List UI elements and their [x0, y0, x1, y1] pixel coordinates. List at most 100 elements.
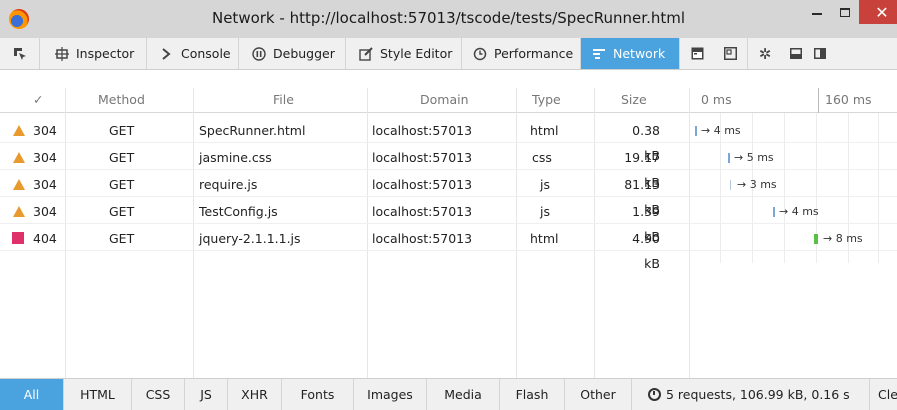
file-cell: SpecRunner.html — [199, 123, 306, 138]
dock-bottom-button[interactable] — [782, 38, 810, 69]
table-row[interactable]: 304 GET SpecRunner.html localhost:57013 … — [0, 118, 897, 163]
status-code: 304 — [33, 150, 57, 165]
scratchpad-button[interactable] — [680, 38, 714, 69]
file-cell: jasmine.css — [199, 150, 272, 165]
clear-button[interactable]: Cle — [869, 379, 897, 410]
status-code: 304 — [33, 123, 57, 138]
table-row[interactable]: 304 GET require.js localhost:57013 js 81… — [0, 172, 897, 217]
filter-flash[interactable]: Flash — [500, 379, 565, 410]
filter-xhr[interactable]: XHR — [228, 379, 282, 410]
timing-label: → 4 ms — [701, 124, 741, 137]
tab-console-label: Console — [181, 46, 231, 61]
file-column-header[interactable]: File — [273, 88, 294, 113]
domain-cell: localhost:57013 — [372, 204, 473, 219]
settings-icon: ✲ — [758, 44, 772, 63]
minimize-icon — [812, 13, 822, 15]
size-cell: 1.39 kB — [632, 204, 660, 244]
summary-text: 5 requests, 106.99 kB, 0.16 s — [666, 387, 850, 402]
table-row[interactable]: 304 GET TestConfig.js localhost:57013 js… — [0, 199, 897, 244]
tab-network-label: Network — [613, 46, 666, 61]
waterfall-bar — [730, 180, 731, 190]
responsive-design-button[interactable] — [714, 38, 748, 69]
table-row[interactable]: 404 GET jquery-2.1.1.1.js localhost:5701… — [0, 226, 897, 271]
method-cell: GET — [109, 204, 135, 219]
title-bar: Network - http://localhost:57013/tscode/… — [0, 0, 897, 38]
filter-bar: All HTML CSS JS XHR Fonts Images Media F… — [0, 378, 897, 410]
size-cell: 4.90 kB — [632, 231, 660, 271]
domain-cell: localhost:57013 — [372, 231, 473, 246]
file-cell: TestConfig.js — [199, 204, 278, 219]
waterfall-bar — [695, 126, 697, 136]
tab-performance[interactable]: Performance — [462, 38, 581, 69]
maximize-button[interactable] — [831, 0, 859, 24]
size-cell: 81.13 kB — [624, 177, 660, 217]
size-column-header[interactable]: Size — [621, 88, 647, 113]
dock-side-button[interactable] — [810, 38, 830, 69]
waterfall-bar — [814, 234, 818, 244]
filter-images[interactable]: Images — [354, 379, 427, 410]
filter-fonts[interactable]: Fonts — [282, 379, 354, 410]
maximize-icon — [840, 7, 850, 17]
responsive-icon — [723, 46, 739, 62]
filter-js[interactable]: JS — [185, 379, 228, 410]
status-warning-icon — [13, 179, 25, 190]
minimize-button[interactable] — [803, 0, 831, 24]
tab-console[interactable]: Console — [147, 38, 239, 69]
timing-label: → 4 ms — [779, 205, 819, 218]
pick-element-icon — [12, 46, 28, 62]
filter-media[interactable]: Media — [427, 379, 500, 410]
network-table-header: ✓ Method File Domain Type Size 0 ms 160 … — [0, 88, 897, 113]
tab-inspector-label: Inspector — [76, 46, 135, 61]
filter-css[interactable]: CSS — [132, 379, 185, 410]
tab-performance-label: Performance — [494, 46, 574, 61]
tab-network[interactable]: Network — [581, 38, 680, 69]
tab-style-editor-label: Style Editor — [380, 46, 453, 61]
type-column-header[interactable]: Type — [532, 88, 561, 113]
close-icon: ✕ — [875, 2, 889, 22]
method-cell: GET — [109, 231, 135, 246]
close-button[interactable]: ✕ — [859, 0, 897, 24]
waterfall-tick-160: 160 ms — [818, 88, 872, 113]
status-error-icon — [12, 232, 24, 244]
filter-html[interactable]: HTML — [64, 379, 132, 410]
filter-all[interactable]: All — [0, 379, 64, 410]
tab-style-editor[interactable]: Style Editor — [346, 38, 462, 69]
size-cell: 0.38 kB — [632, 123, 660, 163]
file-cell: jquery-2.1.1.1.js — [199, 231, 301, 246]
style-editor-icon — [358, 46, 374, 62]
settings-button[interactable]: ✲ — [748, 38, 782, 69]
type-cell: css — [532, 150, 552, 165]
file-cell: require.js — [199, 177, 258, 192]
table-row[interactable]: 304 GET jasmine.css localhost:57013 css … — [0, 145, 897, 190]
type-cell: html — [530, 231, 559, 246]
tab-debugger[interactable]: Debugger — [239, 38, 346, 69]
tab-inspector[interactable]: Inspector — [40, 38, 147, 69]
inspector-icon — [54, 46, 70, 62]
window-title: Network - http://localhost:57013/tscode/… — [211, 9, 686, 27]
clock-icon — [648, 388, 661, 401]
console-icon — [159, 46, 175, 62]
domain-column-header[interactable]: Domain — [420, 88, 469, 113]
timing-label: → 8 ms — [823, 232, 863, 245]
timing-label: → 3 ms — [737, 178, 777, 191]
method-column-header[interactable]: Method — [98, 88, 145, 113]
method-cell: GET — [109, 177, 135, 192]
status-code: 304 — [33, 177, 57, 192]
status-column-header[interactable]: ✓ — [33, 88, 43, 113]
status-code: 304 — [33, 204, 57, 219]
pick-element-button[interactable] — [0, 38, 40, 69]
type-cell: js — [540, 177, 550, 192]
status-warning-icon — [13, 152, 25, 163]
tab-debugger-label: Debugger — [273, 46, 335, 61]
method-cell: GET — [109, 150, 135, 165]
waterfall-tick-0: 0 ms — [701, 92, 732, 107]
filter-other[interactable]: Other — [565, 379, 632, 410]
waterfall-bar — [728, 153, 730, 163]
method-cell: GET — [109, 123, 135, 138]
devtools-toolbar: Inspector Console Debugger Style Editor … — [0, 38, 897, 70]
waterfall-bar — [773, 207, 775, 217]
dock-bottom-icon — [788, 46, 804, 62]
scratchpad-icon — [689, 46, 705, 62]
network-icon — [591, 46, 607, 62]
status-warning-icon — [13, 206, 25, 217]
